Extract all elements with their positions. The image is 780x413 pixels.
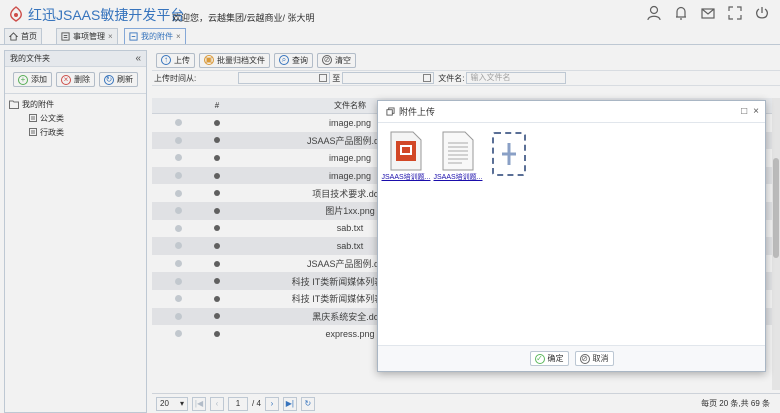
window-icon [386, 107, 395, 116]
cancel-icon: ⊘ [579, 353, 590, 364]
close-icon[interactable]: × [753, 106, 759, 117]
file-thumb-ppt[interactable]: JSAAS培训题... [381, 131, 431, 182]
dialog-header: 附件上传 □ × [378, 101, 765, 123]
text-file-icon [442, 131, 474, 171]
dialog-footer: ✓ 确定 ⊘ 取消 [378, 345, 765, 371]
cancel-button[interactable]: ⊘ 取消 [574, 351, 614, 366]
plus-icon [502, 143, 516, 165]
button-label: 取消 [592, 354, 609, 363]
ppt-file-icon [390, 131, 422, 171]
dialog-title: 附件上传 [399, 107, 436, 117]
file-link[interactable]: JSAAS培训题... [432, 172, 484, 182]
file-thumb-doc[interactable]: JSAAS培训题... [433, 131, 483, 182]
maximize-icon[interactable]: □ [741, 106, 747, 117]
button-label: 确定 [547, 354, 564, 363]
upload-dialog: 附件上传 □ × JSAAS培训题... JSAAS培训题... ✓ 确定 ⊘ … [377, 100, 766, 372]
check-icon: ✓ [534, 353, 545, 364]
file-link[interactable]: JSAAS培训题... [380, 172, 432, 182]
file-thumbnails: JSAAS培训题... JSAAS培训题... [381, 131, 526, 182]
ok-button[interactable]: ✓ 确定 [529, 351, 569, 366]
add-file-button[interactable] [492, 132, 526, 176]
